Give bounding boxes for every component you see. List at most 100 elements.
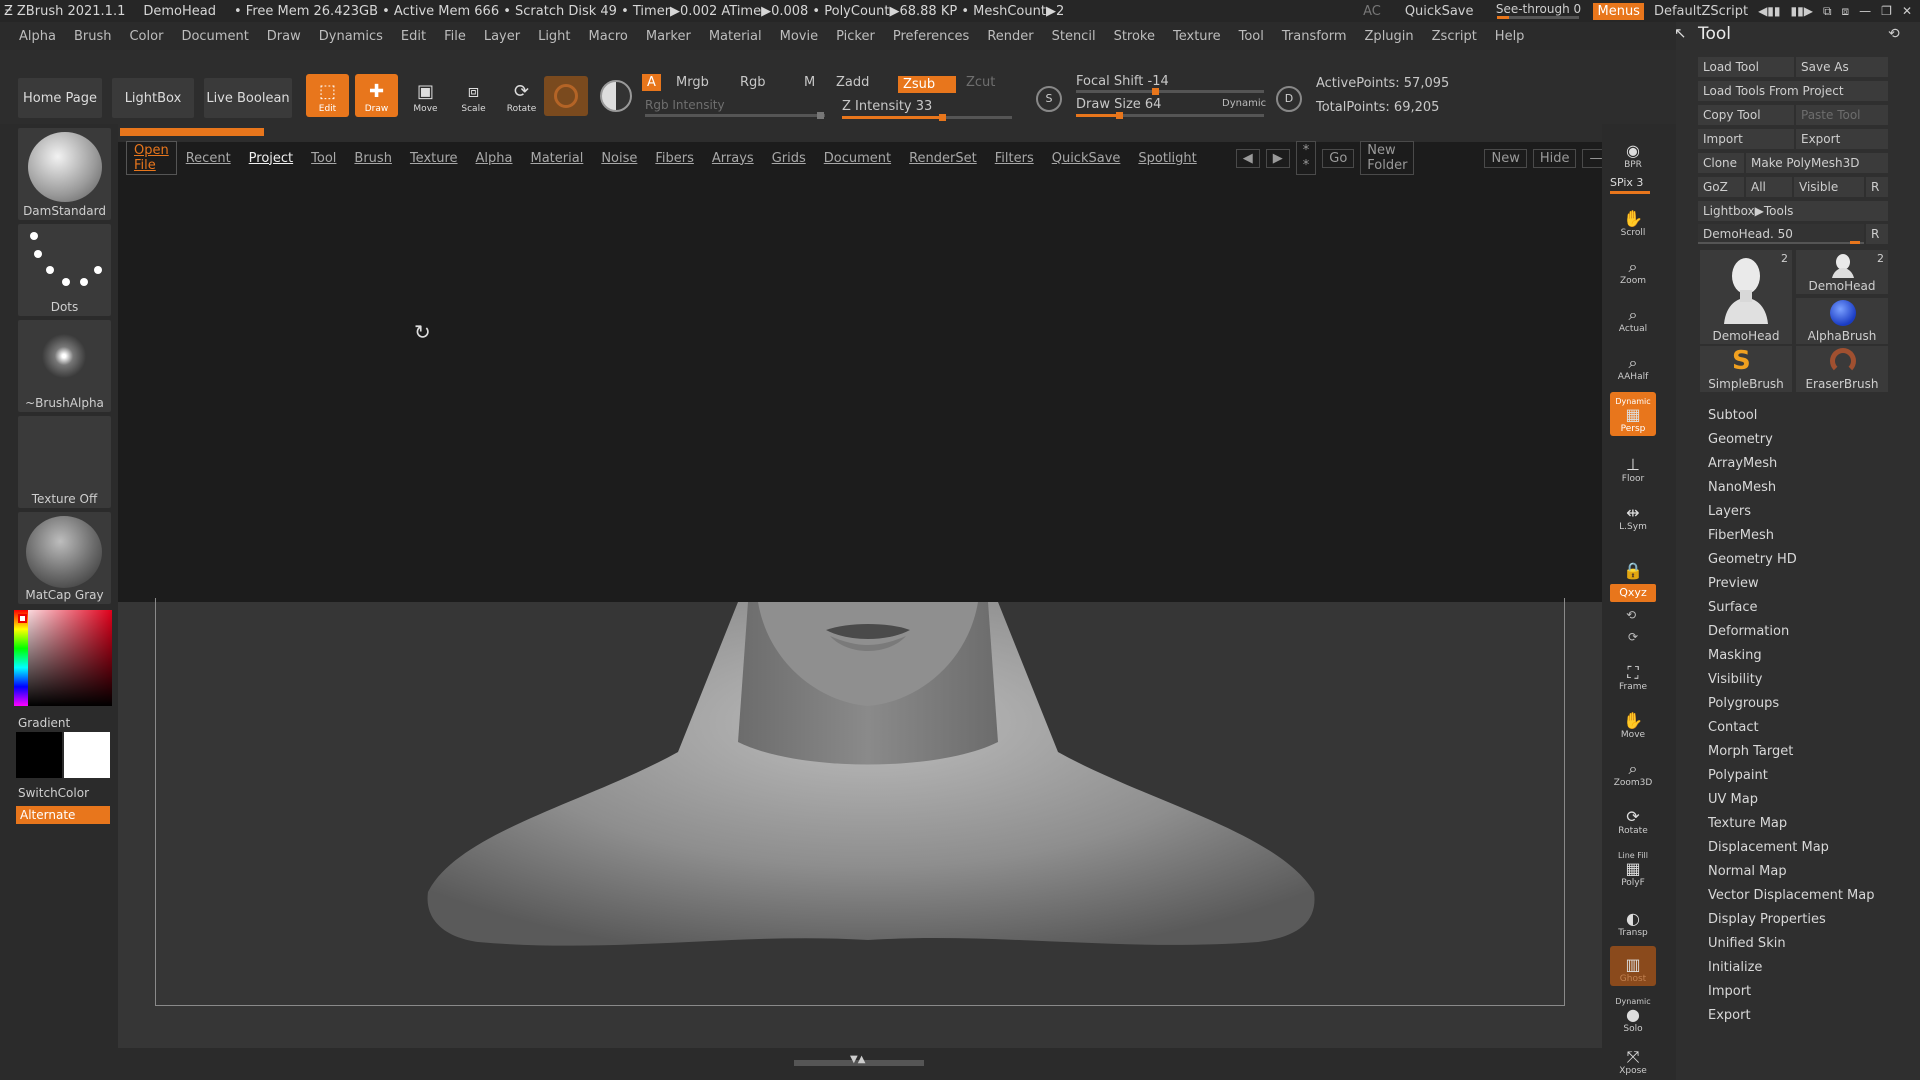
mrgb-toggle[interactable]: Mrgb	[676, 75, 709, 90]
hue-strip[interactable]	[14, 610, 28, 706]
see-through-slider[interactable]: See-through 0	[1493, 2, 1583, 20]
subpalette-normal-map[interactable]: Normal Map	[1708, 864, 1787, 879]
menu-stroke[interactable]: Stroke	[1105, 29, 1164, 44]
subpalette-layers[interactable]: Layers	[1708, 504, 1751, 519]
subpalette-subtool[interactable]: Subtool	[1708, 408, 1757, 423]
lightbox-tab-project[interactable]: Project	[240, 151, 302, 166]
lightbox-tab-quicksave[interactable]: QuickSave	[1043, 151, 1130, 166]
secondary-color-swatch[interactable]	[16, 732, 62, 778]
lazy-mouse-s-icon[interactable]: S	[1036, 86, 1062, 112]
lightbox-tab-grids[interactable]: Grids	[763, 151, 815, 166]
lightbox-tab-document[interactable]: Document	[815, 151, 900, 166]
lightbox-new-button[interactable]: New	[1484, 148, 1527, 168]
subpalette-nanomesh[interactable]: NanoMesh	[1708, 480, 1776, 495]
menu-stencil[interactable]: Stencil	[1043, 29, 1105, 44]
lightbox-tab-brush[interactable]: Brush	[345, 151, 401, 166]
subpalette-preview[interactable]: Preview	[1708, 576, 1759, 591]
quicksave-button[interactable]: QuickSave	[1405, 4, 1474, 19]
menu-zscript[interactable]: Zscript	[1423, 29, 1486, 44]
lightbox-tab-alpha[interactable]: Alpha	[467, 151, 522, 166]
subpalette-arraymesh[interactable]: ArrayMesh	[1708, 456, 1777, 471]
alpha-toggle[interactable]: A	[642, 74, 661, 91]
lightbox-tab-texture[interactable]: Texture	[401, 151, 467, 166]
lightbox-prev-icon[interactable]: ◀	[1235, 148, 1260, 168]
menu-layer[interactable]: Layer	[475, 29, 529, 44]
menu-material[interactable]: Material	[700, 29, 771, 44]
subpalette-visibility[interactable]: Visibility	[1708, 672, 1762, 687]
texture-selector[interactable]: Texture Off	[18, 416, 111, 508]
home-page-button[interactable]: Home Page	[18, 78, 102, 118]
material-selector[interactable]: MatCap Gray	[18, 512, 111, 604]
tool-thumb-alphabrush[interactable]: AlphaBrush	[1796, 298, 1888, 344]
subpalette-vector-displacement-map[interactable]: Vector Displacement Map	[1708, 888, 1875, 903]
switch-color-button[interactable]: SwitchColor	[18, 786, 89, 800]
menus-toggle-button[interactable]: Menus	[1593, 2, 1644, 20]
menu-movie[interactable]: Movie	[771, 29, 827, 44]
lightbox-hide-button[interactable]: Hide	[1532, 148, 1577, 168]
persp-button[interactable]: Dynamic ▦ Persp	[1610, 392, 1656, 436]
lightbox-tab-filters[interactable]: Filters	[986, 151, 1043, 166]
scroll-button[interactable]: ✋ Scroll	[1610, 200, 1656, 240]
subpalette-surface[interactable]: Surface	[1708, 600, 1758, 615]
subpalette-initialize[interactable]: Initialize	[1708, 960, 1762, 975]
goz-visible-button[interactable]: Visible	[1794, 177, 1864, 197]
tool-size-r-button[interactable]: R	[1866, 224, 1888, 244]
lightbox-tab-tool[interactable]: Tool	[302, 151, 345, 166]
layout-icon[interactable]: ◀▮▮	[1758, 4, 1780, 18]
menu-document[interactable]: Document	[172, 29, 257, 44]
goz-r-button[interactable]: R	[1866, 177, 1888, 197]
polyf-button[interactable]: Line Fill ▦ PolyF	[1610, 846, 1656, 890]
layout2-icon[interactable]: ▮▮▶	[1791, 4, 1813, 18]
m-toggle[interactable]: M	[804, 75, 815, 90]
default-zscript-button[interactable]: DefaultZScript	[1654, 4, 1748, 19]
menu-brush[interactable]: Brush	[65, 29, 121, 44]
menu-help[interactable]: Help	[1486, 29, 1534, 44]
bpr-button[interactable]: ◉ BPR	[1610, 132, 1656, 172]
close-icon[interactable]: ✕	[1902, 4, 1912, 18]
subpalette-morph-target[interactable]: Morph Target	[1708, 744, 1793, 759]
tool-size-slider[interactable]: DemoHead. 50	[1698, 224, 1864, 244]
menu-render[interactable]: Render	[978, 29, 1042, 44]
move-view-button[interactable]: ✋ Move	[1610, 702, 1656, 742]
menu-marker[interactable]: Marker	[637, 29, 700, 44]
xyz-rotation-button[interactable]: Qxyz	[1610, 584, 1656, 602]
subpalette-polygroups[interactable]: Polygroups	[1708, 696, 1779, 711]
subpalette-unified-skin[interactable]: Unified Skin	[1708, 936, 1786, 951]
subpalette-displacement-map[interactable]: Displacement Map	[1708, 840, 1829, 855]
alpha-selector[interactable]: ~BrushAlpha	[18, 320, 111, 412]
lazy-mouse-d-icon[interactable]: D	[1276, 86, 1302, 112]
rotate-view-button[interactable]: ⟳ Rotate	[1610, 798, 1656, 838]
subpalette-fibermesh[interactable]: FiberMesh	[1708, 528, 1774, 543]
lightbox-go-button[interactable]: Go	[1322, 148, 1355, 168]
subpalette-export[interactable]: Export	[1708, 1008, 1751, 1023]
menu-light[interactable]: Light	[529, 29, 579, 44]
lightbox-search-field[interactable]: * *	[1295, 141, 1317, 175]
primary-color-swatch[interactable]	[64, 732, 110, 778]
move-mode-button[interactable]: ▣ Move	[404, 74, 447, 117]
menu-draw[interactable]: Draw	[258, 29, 310, 44]
stroke-selector[interactable]: Dots	[18, 224, 111, 316]
lightbox-tab-arrays[interactable]: Arrays	[703, 151, 763, 166]
rotate-mode-button[interactable]: ⟳ Rotate	[500, 74, 543, 117]
rgb-intensity-slider[interactable]	[645, 112, 825, 119]
subpalette-polypaint[interactable]: Polypaint	[1708, 768, 1768, 783]
lightbox-tab-spotlight[interactable]: Spotlight	[1129, 151, 1205, 166]
xpose-button[interactable]: ⤧ Xpose	[1610, 1038, 1656, 1078]
export-button[interactable]: Export	[1796, 129, 1888, 149]
copy-tool-button[interactable]: Copy Tool	[1698, 105, 1794, 125]
brush-selector[interactable]: DamStandard	[18, 128, 111, 220]
draw-size-slider[interactable]	[1076, 112, 1264, 119]
draw-mode-button[interactable]: ✚ Draw	[355, 74, 398, 117]
menu-file[interactable]: File	[435, 29, 475, 44]
lightbox-tab-recent[interactable]: Recent	[177, 151, 240, 166]
clone-button[interactable]: Clone	[1698, 153, 1744, 173]
tool-thumb-demohead-small[interactable]: 2 DemoHead	[1796, 250, 1888, 294]
tool-thumb-simplebrush[interactable]: S SimpleBrush	[1700, 346, 1792, 392]
rgb-brush-button[interactable]	[544, 76, 588, 116]
subpalette-display-properties[interactable]: Display Properties	[1708, 912, 1826, 927]
lightbox-tab-noise[interactable]: Noise	[592, 151, 646, 166]
menu-texture[interactable]: Texture	[1164, 29, 1230, 44]
menu-tool[interactable]: Tool	[1230, 29, 1273, 44]
lightbox-tools-button[interactable]: Lightbox▶Tools	[1698, 201, 1888, 221]
minimize-icon[interactable]: —	[1859, 4, 1871, 18]
